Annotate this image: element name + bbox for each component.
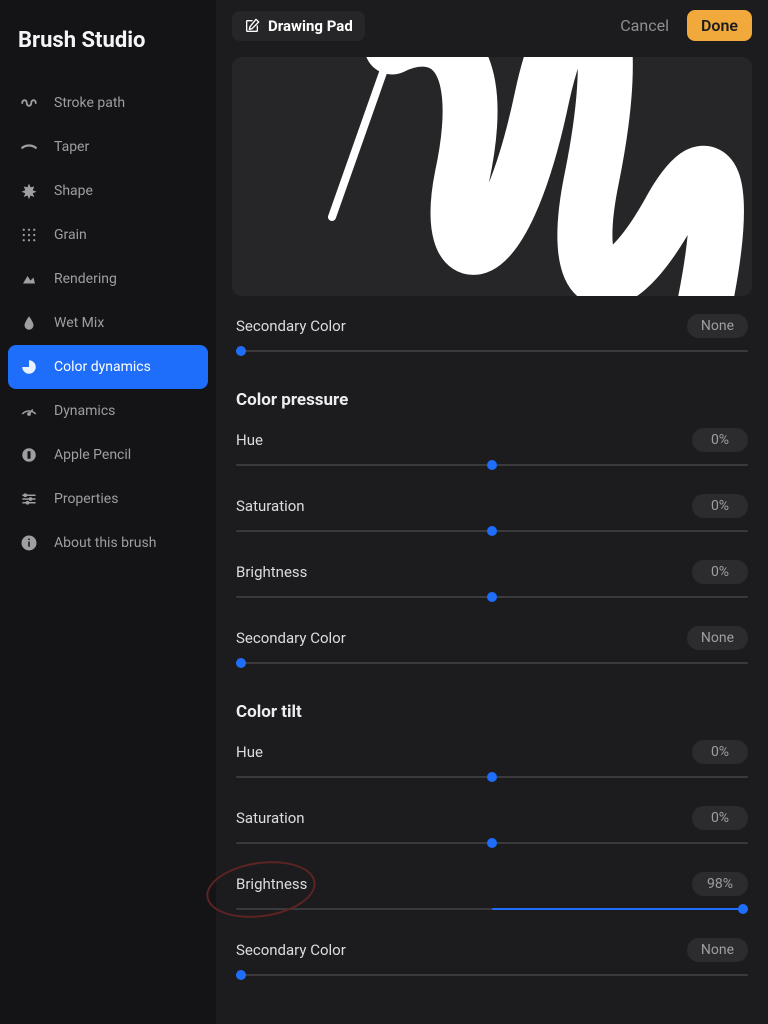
drawing-pad-button[interactable]: Drawing Pad (232, 11, 365, 41)
slider-pressure-secondary-color: Secondary Color None (236, 626, 748, 670)
sidebar-item-label: Apple Pencil (54, 447, 131, 463)
sidebar-item-apple-pencil[interactable]: Apple Pencil (8, 433, 208, 477)
sidebar-item-label: Color dynamics (54, 359, 151, 375)
sidebar-item-label: Dynamics (54, 403, 115, 419)
section-title-pressure: Color pressure (236, 390, 748, 410)
color-dynamics-icon (20, 358, 38, 376)
slider-label: Hue (236, 743, 263, 761)
sidebar-item-stroke-path[interactable]: Stroke path (8, 81, 208, 125)
slider-value[interactable]: None (687, 314, 748, 338)
info-icon (20, 534, 38, 552)
slider-track[interactable] (236, 968, 748, 982)
edit-icon (244, 18, 260, 34)
slider-thumb[interactable] (487, 838, 497, 848)
shape-icon (20, 182, 38, 200)
sidebar-item-label: Rendering (54, 271, 117, 287)
sidebar-item-about[interactable]: About this brush (8, 521, 208, 565)
sidebar: Brush Studio Stroke path Taper Shape (0, 0, 216, 1024)
settings-content: Secondary Color None Color pressure Hue … (226, 314, 758, 1024)
slider-label: Brightness (236, 563, 307, 581)
slider-label: Brightness (236, 875, 307, 893)
topbar: Drawing Pad Cancel Done (226, 0, 758, 51)
slider-value[interactable]: 0% (692, 494, 748, 518)
slider-pressure-saturation: Saturation 0% (236, 494, 748, 538)
sidebar-item-taper[interactable]: Taper (8, 125, 208, 169)
slider-tilt-hue: Hue 0% (236, 740, 748, 784)
slider-thumb[interactable] (487, 772, 497, 782)
cancel-button[interactable]: Cancel (616, 10, 673, 41)
rendering-icon (20, 270, 38, 288)
taper-icon (20, 138, 38, 156)
slider-label: Saturation (236, 809, 305, 827)
slider-tilt-secondary-color: Secondary Color None (236, 938, 748, 982)
slider-label: Secondary Color (236, 941, 346, 959)
slider-thumb[interactable] (236, 658, 246, 668)
slider-thumb[interactable] (236, 346, 246, 356)
slider-value[interactable]: 0% (692, 560, 748, 584)
slider-thumb[interactable] (738, 904, 748, 914)
sidebar-item-rendering[interactable]: Rendering (8, 257, 208, 301)
slider-value[interactable]: 0% (692, 806, 748, 830)
sidebar-item-shape[interactable]: Shape (8, 169, 208, 213)
slider-track[interactable] (236, 524, 748, 538)
slider-value[interactable]: 0% (692, 428, 748, 452)
slider-value[interactable]: None (687, 626, 748, 650)
slider-value[interactable]: 0% (692, 740, 748, 764)
topbar-actions: Cancel Done (616, 10, 752, 41)
slider-thumb[interactable] (236, 970, 246, 980)
slider-track[interactable] (236, 836, 748, 850)
slider-thumb[interactable] (487, 592, 497, 602)
app-root: Brush Studio Stroke path Taper Shape (0, 0, 768, 1024)
sidebar-item-properties[interactable]: Properties (8, 477, 208, 521)
grain-icon (20, 226, 38, 244)
wet-mix-icon (20, 314, 38, 332)
sidebar-item-label: Taper (54, 139, 89, 155)
slider-track[interactable] (236, 590, 748, 604)
sidebar-item-color-dynamics[interactable]: Color dynamics (8, 345, 208, 389)
properties-icon (20, 490, 38, 508)
brush-preview[interactable] (232, 57, 752, 296)
sidebar-item-label: Shape (54, 183, 93, 199)
sidebar-item-label: Wet Mix (54, 315, 104, 331)
slider-label: Secondary Color (236, 629, 346, 647)
sidebar-item-label: Properties (54, 491, 118, 507)
sidebar-item-label: Grain (54, 227, 87, 243)
done-button[interactable]: Done (687, 10, 752, 41)
slider-track[interactable] (236, 344, 748, 358)
slider-track[interactable] (236, 458, 748, 472)
slider-thumb[interactable] (487, 526, 497, 536)
slider-label: Saturation (236, 497, 305, 515)
stroke-path-icon (20, 94, 38, 112)
sidebar-item-label: About this brush (54, 535, 156, 551)
section-title-tilt: Color tilt (236, 702, 748, 722)
slider-pressure-brightness: Brightness 0% (236, 560, 748, 604)
slider-value[interactable]: 98% (692, 872, 748, 896)
brush-stroke-preview-icon (232, 57, 752, 296)
apple-pencil-icon (20, 446, 38, 464)
slider-tilt-saturation: Saturation 0% (236, 806, 748, 850)
dynamics-icon (20, 402, 38, 420)
sidebar-item-label: Stroke path (54, 95, 125, 111)
sidebar-item-dynamics[interactable]: Dynamics (8, 389, 208, 433)
slider-value[interactable]: None (687, 938, 748, 962)
slider-secondary-color-top: Secondary Color None (236, 314, 748, 358)
slider-tilt-brightness: Brightness 98% (236, 872, 748, 916)
slider-track[interactable] (236, 656, 748, 670)
main-panel: Drawing Pad Cancel Done Secondary Color … (216, 0, 768, 1024)
sidebar-items: Stroke path Taper Shape Grain (0, 81, 216, 565)
slider-pressure-hue: Hue 0% (236, 428, 748, 472)
slider-thumb[interactable] (487, 460, 497, 470)
slider-label: Hue (236, 431, 263, 449)
drawing-pad-label: Drawing Pad (268, 17, 353, 35)
slider-label: Secondary Color (236, 317, 346, 335)
slider-track[interactable] (236, 902, 748, 916)
sidebar-title: Brush Studio (0, 8, 216, 81)
slider-track[interactable] (236, 770, 748, 784)
sidebar-item-grain[interactable]: Grain (8, 213, 208, 257)
sidebar-item-wet-mix[interactable]: Wet Mix (8, 301, 208, 345)
